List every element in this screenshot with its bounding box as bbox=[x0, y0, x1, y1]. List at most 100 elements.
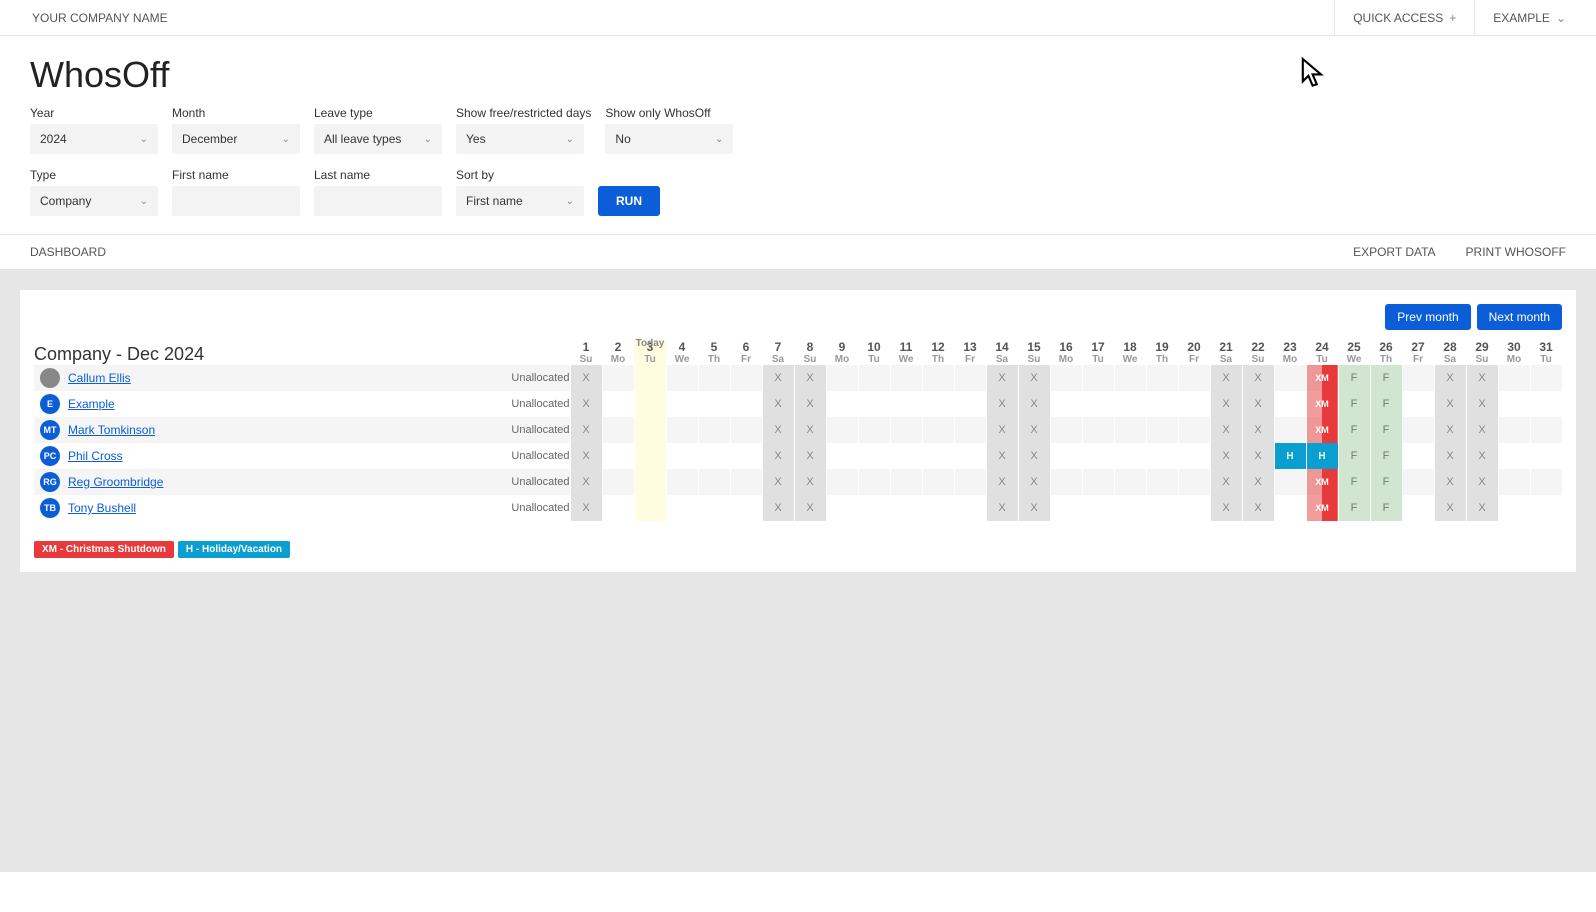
day-cell[interactable] bbox=[1402, 417, 1434, 443]
day-cell[interactable]: X bbox=[1466, 391, 1498, 417]
day-cell[interactable] bbox=[954, 469, 986, 495]
day-cell[interactable] bbox=[826, 391, 858, 417]
day-cell[interactable] bbox=[1146, 469, 1178, 495]
day-cell[interactable] bbox=[698, 417, 730, 443]
day-cell[interactable]: X bbox=[570, 391, 602, 417]
day-cell[interactable] bbox=[666, 417, 698, 443]
day-cell[interactable] bbox=[1146, 391, 1178, 417]
day-cell[interactable]: X bbox=[570, 469, 602, 495]
day-cell[interactable] bbox=[1402, 391, 1434, 417]
day-cell[interactable] bbox=[890, 495, 922, 521]
day-cell[interactable] bbox=[1498, 391, 1530, 417]
day-cell[interactable]: X bbox=[1242, 443, 1274, 469]
sort-by-select[interactable]: First name⌄ bbox=[456, 186, 584, 216]
day-cell[interactable]: F bbox=[1338, 469, 1370, 495]
day-cell[interactable]: X bbox=[570, 417, 602, 443]
day-cell[interactable] bbox=[1402, 469, 1434, 495]
day-cell[interactable] bbox=[602, 495, 634, 521]
day-cell[interactable] bbox=[634, 365, 666, 391]
prev-month-button[interactable]: Prev month bbox=[1385, 304, 1470, 330]
day-cell[interactable]: X bbox=[1434, 469, 1466, 495]
day-cell[interactable] bbox=[1274, 495, 1306, 521]
day-cell[interactable] bbox=[1146, 365, 1178, 391]
day-cell[interactable]: X bbox=[1018, 365, 1050, 391]
day-cell[interactable] bbox=[826, 365, 858, 391]
person-link[interactable]: Example bbox=[68, 397, 115, 411]
day-cell[interactable]: F bbox=[1338, 443, 1370, 469]
dashboard-link[interactable]: DASHBOARD bbox=[30, 245, 106, 259]
day-cell[interactable]: XM bbox=[1306, 495, 1338, 521]
day-cell[interactable] bbox=[922, 469, 954, 495]
day-cell[interactable]: X bbox=[1210, 391, 1242, 417]
day-cell[interactable]: X bbox=[1242, 391, 1274, 417]
day-cell[interactable]: X bbox=[794, 469, 826, 495]
day-cell[interactable] bbox=[1530, 495, 1562, 521]
day-cell[interactable] bbox=[1114, 443, 1146, 469]
day-cell[interactable] bbox=[1530, 365, 1562, 391]
day-cell[interactable] bbox=[1274, 417, 1306, 443]
day-cell[interactable]: X bbox=[986, 391, 1018, 417]
day-cell[interactable] bbox=[1498, 365, 1530, 391]
day-cell[interactable] bbox=[730, 469, 762, 495]
day-cell[interactable] bbox=[1498, 495, 1530, 521]
day-cell[interactable] bbox=[1274, 469, 1306, 495]
day-cell[interactable] bbox=[1146, 417, 1178, 443]
day-cell[interactable] bbox=[922, 417, 954, 443]
day-cell[interactable] bbox=[1050, 443, 1082, 469]
person-link[interactable]: Reg Groombridge bbox=[68, 475, 163, 489]
day-cell[interactable] bbox=[890, 417, 922, 443]
user-menu[interactable]: EXAMPLE ⌄ bbox=[1474, 0, 1584, 36]
day-cell[interactable] bbox=[1402, 443, 1434, 469]
day-cell[interactable] bbox=[698, 443, 730, 469]
day-cell[interactable]: X bbox=[762, 495, 794, 521]
day-cell[interactable]: X bbox=[1242, 495, 1274, 521]
day-cell[interactable] bbox=[826, 417, 858, 443]
year-select[interactable]: 2024⌄ bbox=[30, 124, 158, 154]
day-cell[interactable] bbox=[922, 495, 954, 521]
day-cell[interactable] bbox=[634, 417, 666, 443]
day-cell[interactable]: H bbox=[1274, 443, 1306, 469]
day-cell[interactable]: X bbox=[762, 417, 794, 443]
day-cell[interactable] bbox=[666, 391, 698, 417]
day-cell[interactable]: X bbox=[1018, 495, 1050, 521]
day-cell[interactable] bbox=[634, 495, 666, 521]
day-cell[interactable] bbox=[858, 365, 890, 391]
day-cell[interactable]: X bbox=[762, 391, 794, 417]
day-cell[interactable] bbox=[1178, 417, 1210, 443]
day-cell[interactable]: X bbox=[986, 417, 1018, 443]
day-cell[interactable] bbox=[954, 365, 986, 391]
day-cell[interactable] bbox=[954, 443, 986, 469]
day-cell[interactable]: X bbox=[570, 495, 602, 521]
day-cell[interactable]: XM bbox=[1306, 365, 1338, 391]
day-cell[interactable]: X bbox=[1434, 417, 1466, 443]
day-cell[interactable] bbox=[698, 469, 730, 495]
person-link[interactable]: Callum Ellis bbox=[68, 371, 131, 385]
day-cell[interactable]: X bbox=[570, 365, 602, 391]
day-cell[interactable] bbox=[1050, 417, 1082, 443]
show-only-select[interactable]: No⌄ bbox=[605, 124, 733, 154]
day-cell[interactable]: X bbox=[1018, 391, 1050, 417]
day-cell[interactable] bbox=[1114, 495, 1146, 521]
day-cell[interactable] bbox=[1498, 443, 1530, 469]
day-cell[interactable] bbox=[730, 443, 762, 469]
day-cell[interactable]: X bbox=[1210, 495, 1242, 521]
day-cell[interactable]: X bbox=[1434, 443, 1466, 469]
day-cell[interactable] bbox=[1082, 495, 1114, 521]
day-cell[interactable] bbox=[1114, 469, 1146, 495]
day-cell[interactable]: F bbox=[1370, 443, 1402, 469]
print-whosoff-link[interactable]: PRINT WHOSOFF bbox=[1466, 245, 1566, 259]
day-cell[interactable]: F bbox=[1370, 417, 1402, 443]
person-link[interactable]: Tony Bushell bbox=[68, 501, 136, 515]
day-cell[interactable]: X bbox=[1466, 365, 1498, 391]
day-cell[interactable]: X bbox=[1466, 469, 1498, 495]
day-cell[interactable] bbox=[890, 391, 922, 417]
day-cell[interactable] bbox=[602, 469, 634, 495]
day-cell[interactable] bbox=[666, 365, 698, 391]
day-cell[interactable] bbox=[1082, 469, 1114, 495]
day-cell[interactable] bbox=[602, 417, 634, 443]
day-cell[interactable] bbox=[1146, 495, 1178, 521]
day-cell[interactable] bbox=[698, 495, 730, 521]
day-cell[interactable] bbox=[1082, 365, 1114, 391]
day-cell[interactable] bbox=[922, 365, 954, 391]
day-cell[interactable] bbox=[890, 469, 922, 495]
